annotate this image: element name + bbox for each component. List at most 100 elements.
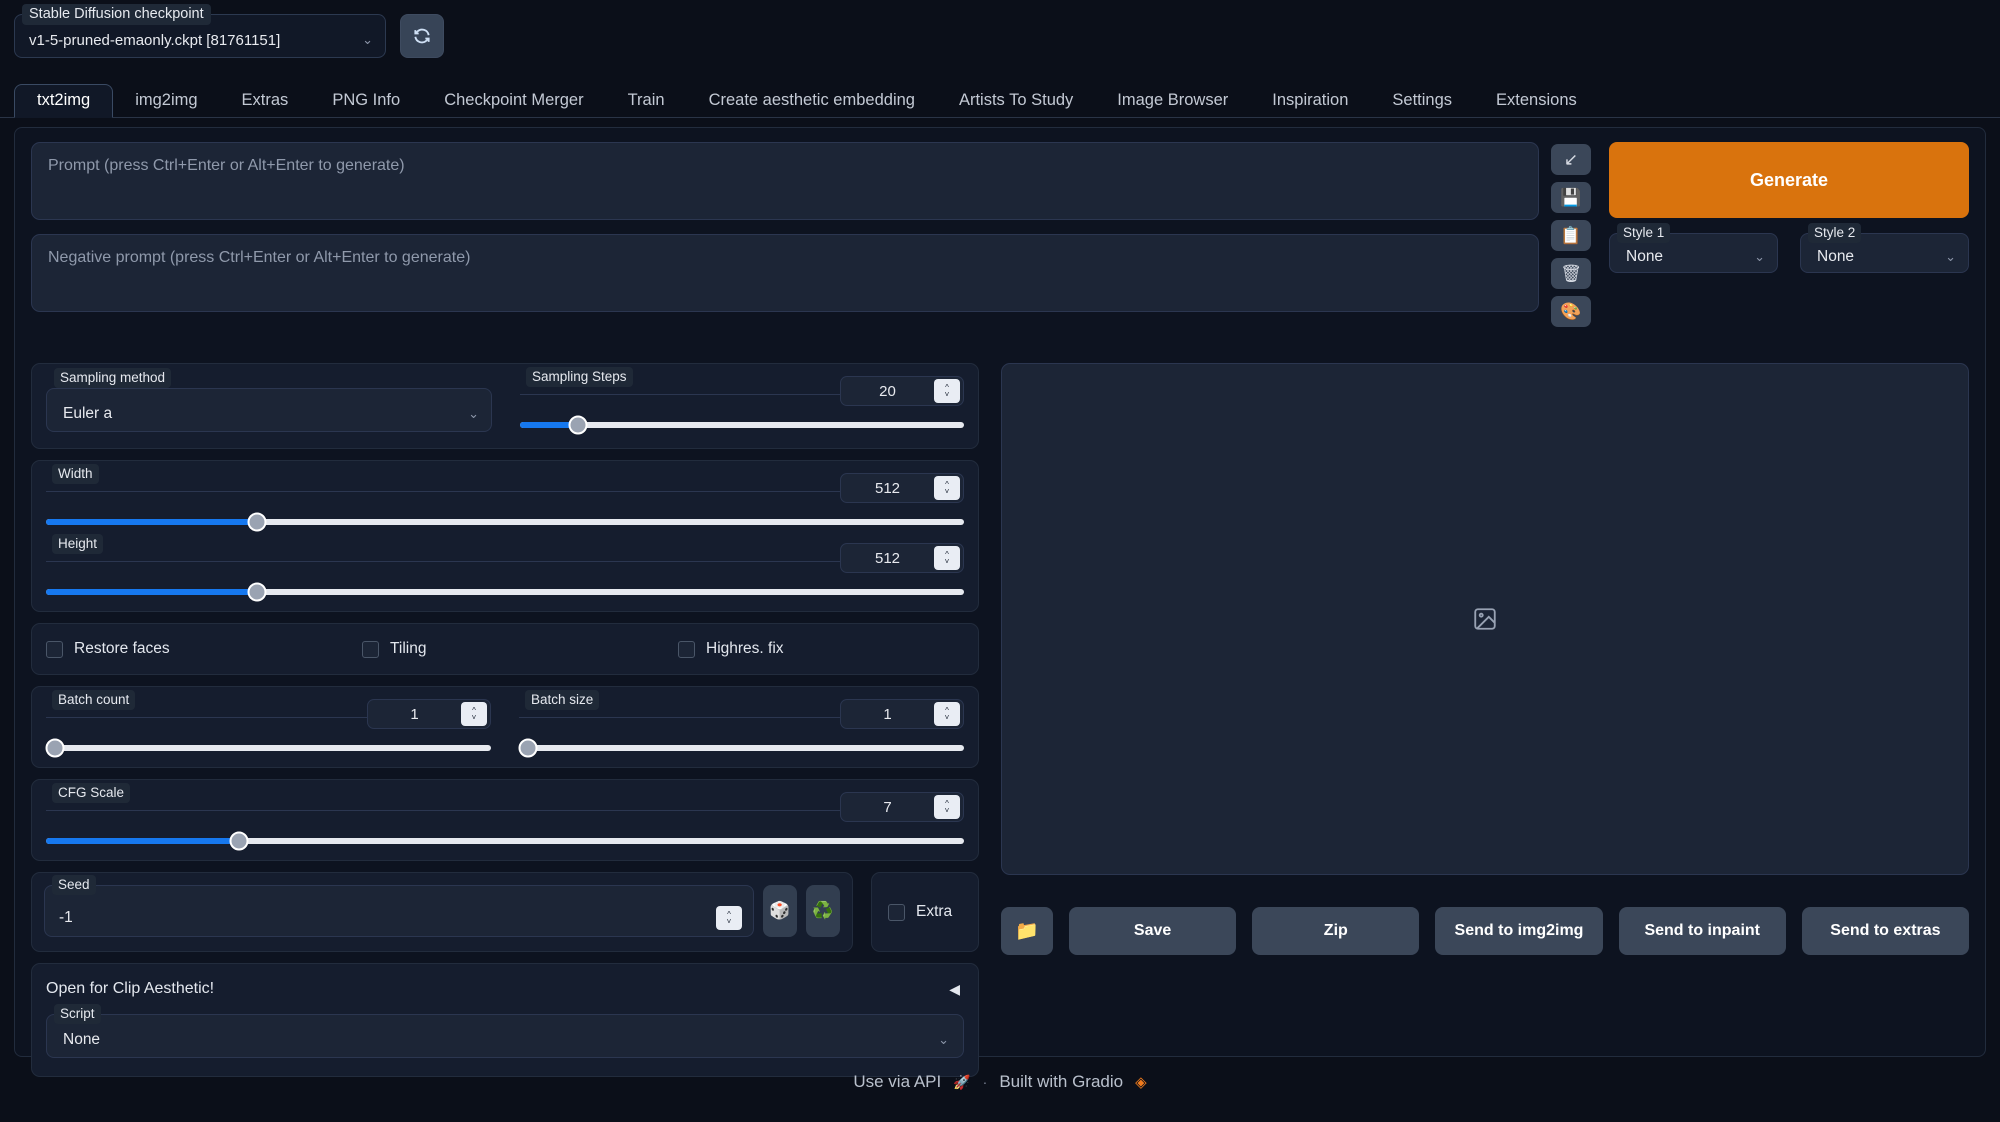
sampling-steps-slider[interactable]: Sampling Steps 20 ^˅ [520,378,964,432]
reuse-seed-icon[interactable]: ♻️ [806,885,840,937]
slider-knob[interactable] [45,739,64,758]
style-2-label: Style 2 [1808,223,1861,243]
output-gallery[interactable] [1001,363,1969,875]
checkpoint-value: v1-5-pruned-emaonly.ckpt [81761151] [29,24,362,49]
stepper-icon[interactable]: ^˅ [716,906,742,930]
dimensions-card: Width 512 ^˅ [31,460,979,612]
cfg-scale-track[interactable] [46,838,964,844]
sampling-steps-number[interactable]: 20 ^˅ [840,376,964,406]
generate-button[interactable]: Generate [1609,142,1969,218]
tab-txt2img[interactable]: txt2img [14,84,113,119]
send-to-extras-button[interactable]: Send to extras [1802,907,1969,955]
tab-inspiration[interactable]: Inspiration [1250,85,1370,118]
cfg-scale-number[interactable]: 7 ^˅ [840,792,964,822]
cfg-scale-slider[interactable]: CFG Scale 7 ^˅ [46,794,964,844]
slider-knob[interactable] [248,583,267,602]
width-number[interactable]: 512 ^˅ [840,473,964,503]
batch-count-track[interactable] [46,745,491,751]
width-track[interactable] [46,519,964,525]
stepper-icon[interactable]: ^˅ [934,702,960,726]
sampling-steps-label: Sampling Steps [526,367,633,387]
random-seed-icon[interactable]: 🎲 [763,885,797,937]
slider-knob[interactable] [518,739,537,758]
batch-size-slider[interactable]: Batch size 1 ^˅ [519,701,964,751]
slider-fill [46,838,239,844]
prompt-tool-column: ↙ 💾 📋 🗑 🎨 [1551,142,1597,327]
zip-button[interactable]: Zip [1252,907,1419,955]
save-style-icon[interactable]: 💾 [1551,182,1591,213]
prompt-area: Prompt (press Ctrl+Enter or Alt+Enter to… [15,128,1985,327]
checkbox-icon[interactable] [46,641,63,658]
checkpoint-selector[interactable]: Stable Diffusion checkpoint v1-5-pruned-… [14,14,386,58]
tab-image-browser[interactable]: Image Browser [1095,85,1250,118]
style-2-value: None [1817,248,1854,266]
tab-extras[interactable]: Extras [220,85,311,118]
script-selector[interactable]: Script None ⌄ [46,1014,964,1058]
cfg-head: 7 ^˅ [46,794,964,824]
style-1-selector[interactable]: Style 1 None ⌄ [1609,233,1778,273]
tab-checkpoint-merger[interactable]: Checkpoint Merger [422,85,605,118]
checkbox-icon[interactable] [888,904,905,921]
restore-progress-icon[interactable]: ↙ [1551,144,1591,175]
refresh-icon [412,26,432,46]
batch-size-number[interactable]: 1 ^˅ [840,699,964,729]
extra-seed-checkbox[interactable]: Extra [871,872,979,952]
negative-prompt-input[interactable]: Negative prompt (press Ctrl+Enter or Alt… [31,234,1539,312]
seed-input[interactable]: -1 ^˅ [44,885,754,937]
batch-count-number[interactable]: 1 ^˅ [367,699,491,729]
tab-train[interactable]: Train [606,85,687,118]
restore-faces-label: Restore faces [74,640,170,658]
sampling-steps-track[interactable] [520,422,964,428]
tab-artists-to-study[interactable]: Artists To Study [937,85,1095,118]
apply-style-icon[interactable]: 🎨 [1551,296,1591,327]
send-to-inpaint-button[interactable]: Send to inpaint [1619,907,1786,955]
tab-extensions[interactable]: Extensions [1474,85,1599,118]
clip-aesthetic-toggle[interactable]: Open for Clip Aesthetic! ◀ [32,964,978,1014]
seed-label: Seed [52,875,96,895]
highres-fix-checkbox[interactable]: Highres. fix [678,640,784,658]
collapse-arrow-icon[interactable]: ◀ [949,981,960,998]
width-slider[interactable]: Width 512 ^˅ [46,475,964,525]
tiling-checkbox[interactable]: Tiling [362,640,678,658]
seed-field[interactable]: Seed -1 ^˅ [44,885,754,937]
checkbox-icon[interactable] [678,641,695,658]
tab-create-aesthetic-embedding[interactable]: Create aesthetic embedding [687,85,937,118]
slider-knob[interactable] [248,513,267,532]
sampling-method-selector[interactable]: Sampling method Euler a ⌄ [46,378,492,432]
tab-settings[interactable]: Settings [1370,85,1474,118]
main-tab-bar[interactable]: txt2img img2img Extras PNG Info Checkpoi… [0,80,2000,118]
height-slider[interactable]: Height 512 ^˅ [46,545,964,595]
output-actions: 📁 Save Zip Send to img2img Send to inpai… [1001,907,1969,955]
stepper-icon[interactable]: ^˅ [934,476,960,500]
footer: Use via API 🚀 · Built with Gradio ◈ [0,1072,2000,1092]
prompt-input[interactable]: Prompt (press Ctrl+Enter or Alt+Enter to… [31,142,1539,220]
built-with-gradio-link[interactable]: Built with Gradio [999,1072,1123,1092]
refresh-checkpoints-button[interactable] [400,14,444,58]
batch-size-track[interactable] [519,745,964,751]
open-folder-icon[interactable]: 📁 [1001,907,1053,955]
clear-prompt-icon[interactable]: 🗑 [1551,258,1591,289]
txt2img-panel: Prompt (press Ctrl+Enter or Alt+Enter to… [14,127,1986,1057]
tab-img2img[interactable]: img2img [113,85,219,118]
tab-png-info[interactable]: PNG Info [310,85,422,118]
checkbox-icon[interactable] [362,641,379,658]
height-track[interactable] [46,589,964,595]
stepper-icon[interactable]: ^˅ [934,379,960,403]
style-2-selector[interactable]: Style 2 None ⌄ [1800,233,1969,273]
paste-icon[interactable]: 📋 [1551,220,1591,251]
stepper-icon[interactable]: ^˅ [934,795,960,819]
sampling-method-dropdown[interactable]: Euler a ⌄ [46,388,492,432]
use-via-api-link[interactable]: Use via API [853,1072,941,1092]
save-button[interactable]: Save [1069,907,1236,955]
slider-knob[interactable] [229,832,248,851]
stepper-icon[interactable]: ^˅ [461,702,487,726]
slider-knob[interactable] [568,416,587,435]
script-dropdown[interactable]: None ⌄ [46,1014,964,1058]
height-number[interactable]: 512 ^˅ [840,543,964,573]
batch-count-slider[interactable]: Batch count 1 ^˅ [46,701,491,751]
cfg-scale-label: CFG Scale [52,783,130,803]
send-to-img2img-button[interactable]: Send to img2img [1435,907,1602,955]
restore-faces-checkbox[interactable]: Restore faces [46,640,362,658]
stepper-icon[interactable]: ^˅ [934,546,960,570]
divider [46,810,840,811]
